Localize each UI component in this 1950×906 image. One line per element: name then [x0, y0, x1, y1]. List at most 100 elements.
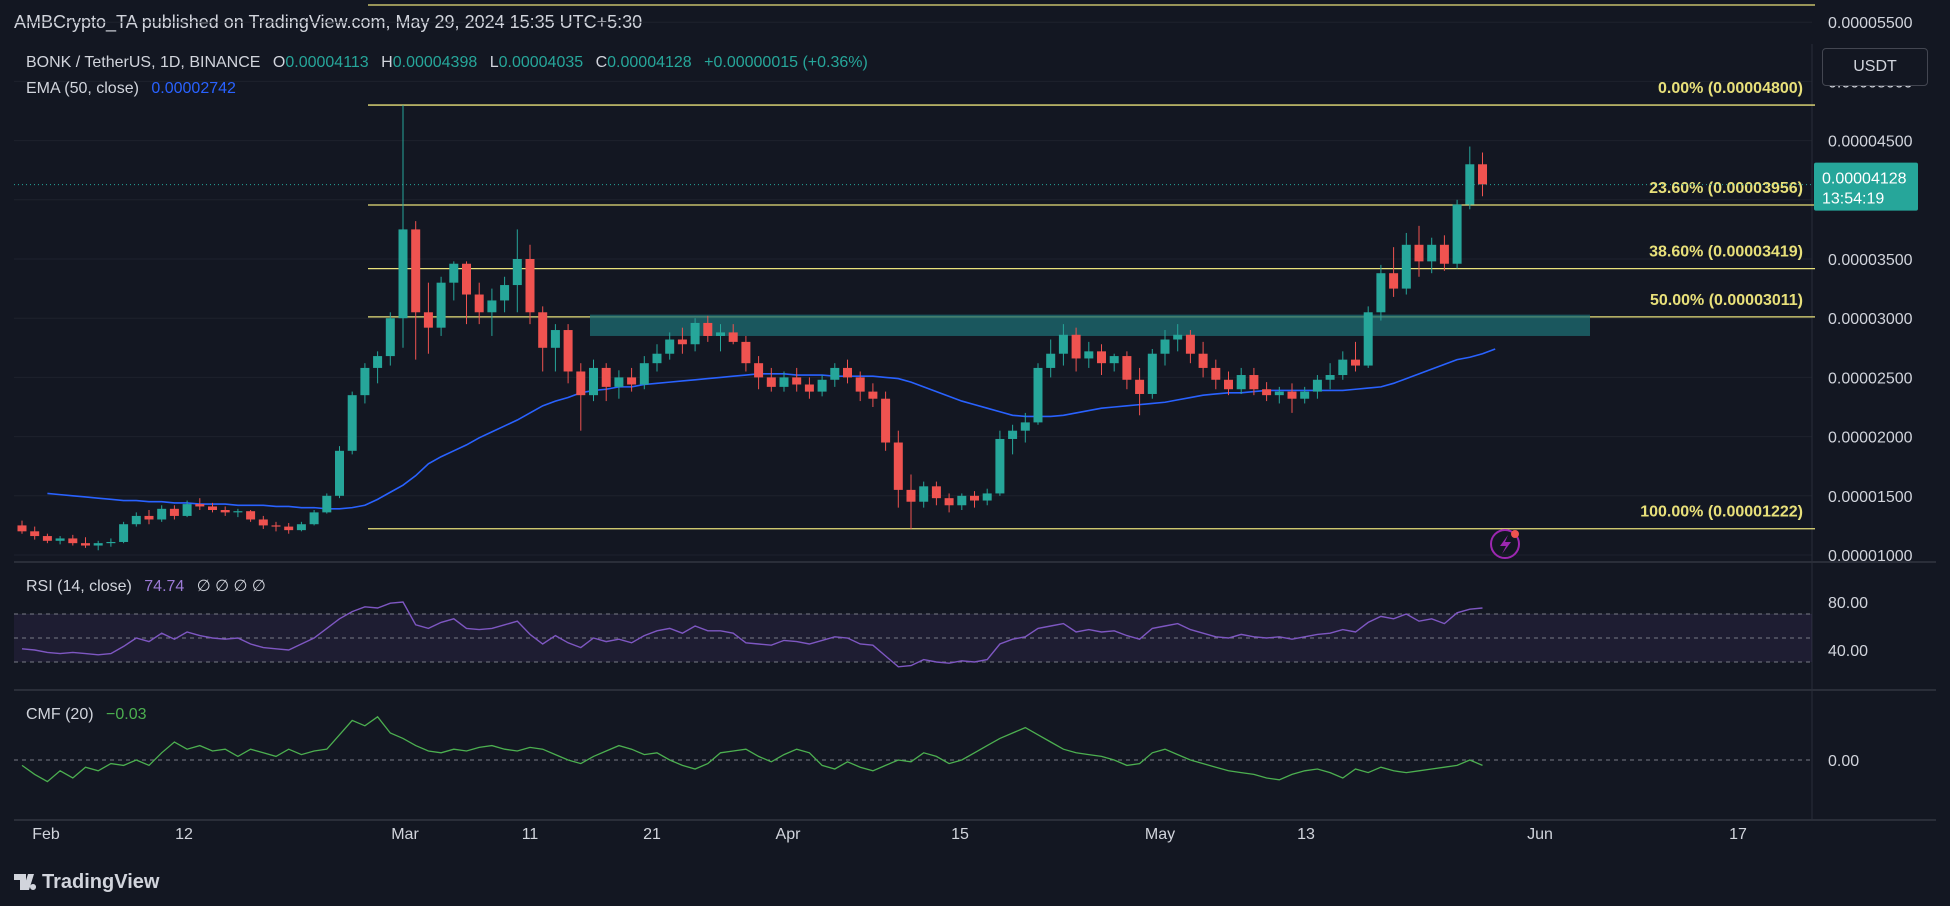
- candle-body: [233, 511, 243, 513]
- candle-body: [550, 330, 560, 348]
- candle-body: [677, 339, 687, 345]
- symbol-legend: BONK / TetherUS, 1D, BINANCE O0.00004113…: [26, 54, 868, 72]
- candle-body: [296, 524, 306, 531]
- candle-body: [1008, 430, 1018, 439]
- candle-body: [30, 531, 40, 537]
- candle-body: [1351, 359, 1360, 366]
- candle-body: [754, 363, 764, 378]
- candle-body: [93, 543, 103, 546]
- candle-body: [1058, 334, 1068, 354]
- candle-body: [995, 438, 1005, 494]
- price-tick: 0.00002500: [1828, 370, 1913, 387]
- rsi-extras: ∅ ∅ ∅ ∅: [196, 578, 266, 595]
- candle-body: [576, 371, 586, 396]
- candle-body: [1363, 312, 1373, 366]
- candle-body: [1478, 164, 1487, 185]
- fib-label: 38.60% (0.00003419): [1649, 244, 1803, 261]
- time-tick: Apr: [776, 826, 802, 843]
- candle-body: [131, 515, 141, 525]
- candle-body: [716, 332, 725, 336]
- candle-body: [1427, 244, 1437, 262]
- candle-body: [1135, 379, 1145, 394]
- time-tick: Mar: [391, 826, 419, 843]
- candle-body: [830, 367, 840, 380]
- currency-button[interactable]: USDT: [1822, 48, 1928, 86]
- time-tick: Feb: [32, 826, 60, 843]
- fib-label: 100.00% (0.00001222): [1640, 504, 1803, 521]
- price-tick: 0.00001000: [1828, 548, 1913, 565]
- candle-body: [1338, 359, 1348, 376]
- candle-body: [766, 377, 776, 387]
- time-tick: 15: [951, 826, 969, 843]
- price-tick: 0.00003000: [1828, 311, 1913, 328]
- candle-body: [970, 495, 979, 501]
- resistance-zone: [590, 314, 1590, 336]
- candle-body: [42, 536, 52, 541]
- candle-body: [208, 506, 217, 511]
- candle-body: [1084, 351, 1094, 359]
- candle-body: [614, 377, 624, 387]
- candle-body: [1211, 367, 1221, 380]
- footer: TradingView: [0, 861, 1950, 906]
- ema-legend: EMA (50, close) 0.00002742: [26, 80, 236, 98]
- candle-body: [525, 259, 535, 313]
- candle-body: [449, 263, 459, 283]
- candle-body: [982, 493, 992, 501]
- candle-body: [690, 322, 700, 345]
- candle-body: [1046, 353, 1056, 368]
- candle-body: [1452, 204, 1462, 264]
- low-value: 0.00004035: [498, 54, 584, 71]
- candle-body: [1147, 353, 1157, 394]
- fib-label: 0.00% (0.00004800): [1658, 80, 1803, 97]
- candle-body: [1312, 379, 1322, 392]
- candle-body: [538, 312, 548, 348]
- candle-body: [1300, 391, 1310, 399]
- candle-body: [106, 541, 116, 544]
- open-label: O: [272, 54, 286, 71]
- fib-label: 50.00% (0.00003011): [1650, 292, 1803, 309]
- cmf-label[interactable]: CMF (20): [26, 706, 94, 723]
- candle-body: [271, 525, 281, 527]
- close-value: 0.00004128: [607, 54, 692, 71]
- rsi-label[interactable]: RSI (14, close): [26, 578, 132, 595]
- tradingview-logo[interactable]: TradingView: [14, 871, 159, 894]
- candle-body: [1071, 334, 1081, 359]
- candle-body: [1185, 334, 1195, 354]
- time-tick: 17: [1729, 826, 1747, 843]
- candle-body: [55, 538, 65, 541]
- candle-body: [17, 525, 27, 532]
- candle-body: [487, 300, 497, 313]
- candle-body: [322, 495, 332, 513]
- price-tick: 0.00001500: [1828, 489, 1913, 506]
- fib-label: 23.60% (0.00003956): [1649, 180, 1803, 197]
- candle-body: [1020, 422, 1030, 431]
- candle-body: [385, 318, 395, 357]
- candle-body: [817, 379, 827, 392]
- last-price-countdown: 13:54:19: [1822, 191, 1884, 208]
- symbol-name[interactable]: BONK / TetherUS, 1D, BINANCE: [26, 54, 260, 71]
- candle-body: [436, 282, 446, 328]
- candle-body: [639, 363, 649, 385]
- candle-body: [1376, 273, 1386, 313]
- candle-body: [1224, 379, 1233, 390]
- last-price-value: 0.00004128: [1822, 171, 1907, 188]
- open-value: 0.00004113: [285, 54, 369, 71]
- rsi-tick: 40.00: [1828, 643, 1868, 660]
- candle-body: [919, 486, 929, 502]
- ema-label[interactable]: EMA (50, close): [26, 80, 139, 97]
- candle-body: [1122, 356, 1132, 380]
- time-tick: 12: [175, 826, 193, 843]
- candle-body: [843, 367, 852, 378]
- candle-body: [157, 508, 167, 520]
- time-tick: 13: [1297, 826, 1315, 843]
- price-chart[interactable]: −23.60% (0.00005645)0.00% (0.00004800)23…: [0, 0, 1950, 861]
- candle-body: [601, 367, 611, 387]
- rsi-value: 74.74: [144, 578, 185, 595]
- price-tick: 0.00003500: [1828, 252, 1913, 269]
- rsi-legend: RSI (14, close) 74.74 ∅ ∅ ∅ ∅: [26, 576, 266, 596]
- candle-body: [462, 263, 471, 295]
- candle-body: [335, 450, 344, 496]
- tradingview-brand: TradingView: [42, 871, 160, 893]
- candle-body: [68, 538, 78, 544]
- low-label: L: [489, 54, 499, 71]
